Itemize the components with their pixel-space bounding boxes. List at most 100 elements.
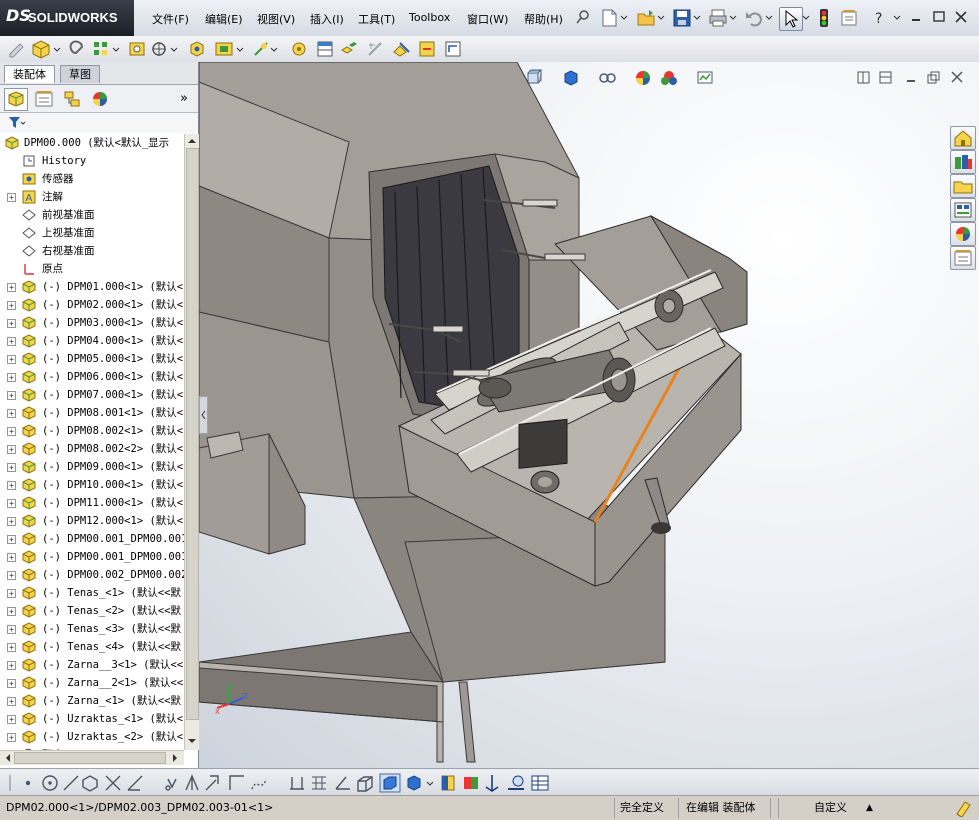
save-icon[interactable] [673, 9, 691, 27]
property-manager-icon[interactable] [34, 90, 54, 108]
maximize-icon[interactable] [933, 11, 945, 23]
new-motion-study-icon[interactable] [290, 40, 308, 58]
expand-icon[interactable]: + [7, 607, 16, 616]
reference-geometry-icon[interactable] [252, 40, 270, 58]
chevron-down-icon[interactable] [693, 14, 701, 22]
expand-icon[interactable]: + [7, 337, 16, 346]
menu-view[interactable]: 视图(V) [257, 11, 295, 27]
expand-icon[interactable]: + [7, 355, 16, 364]
close-icon[interactable] [955, 11, 967, 23]
expand-icon[interactable]: + [7, 535, 16, 544]
edit-component-icon[interactable] [8, 40, 26, 58]
chevron-down-icon[interactable] [53, 46, 61, 54]
expand-icon[interactable]: + [7, 391, 16, 400]
linear-pattern-icon[interactable] [92, 40, 110, 58]
task-pane-design-library-button[interactable] [950, 150, 976, 174]
solidworks-logo[interactable]: DS SOLIDWORKS [0, 0, 134, 36]
print-icon[interactable] [709, 9, 727, 27]
chevron-down-icon[interactable] [270, 46, 278, 54]
expand-icon[interactable]: + [7, 481, 16, 490]
expand-icon[interactable]: + [7, 733, 16, 742]
scroll-up-icon[interactable] [187, 136, 197, 146]
feature-manager-tab[interactable] [4, 88, 28, 111]
minimize-icon[interactable] [911, 11, 923, 23]
graphics-area[interactable]: Y Z X [199, 62, 979, 768]
task-pane-appearances-button[interactable] [950, 222, 976, 246]
task-pane-file-explorer-button[interactable] [950, 174, 976, 198]
rebuild-traffic-light-icon[interactable] [818, 8, 830, 28]
unit-system-arrow[interactable]: ▲ [866, 800, 873, 816]
smart-fasteners-icon[interactable] [128, 40, 146, 58]
open-folder-icon[interactable] [637, 9, 655, 27]
mate-icon[interactable] [68, 40, 86, 58]
expand-icon[interactable]: + [7, 427, 16, 436]
undo-icon[interactable] [745, 9, 763, 27]
interference-detection-icon[interactable] [392, 40, 412, 58]
menu-insert[interactable]: 插入(I) [310, 11, 344, 27]
tab-assembly[interactable]: 装配体 [4, 65, 55, 83]
expand-icon[interactable]: + [7, 643, 16, 652]
scroll-left-icon[interactable] [3, 753, 13, 763]
exploded-view-icon[interactable] [340, 40, 358, 58]
expand-icon[interactable]: + [7, 463, 16, 472]
display-manager-icon[interactable] [90, 89, 110, 109]
chevron-down-icon[interactable] [765, 14, 773, 22]
chevron-down-icon[interactable] [802, 14, 810, 22]
assembly-model[interactable]: Y Z X [199, 62, 979, 768]
menu-edit[interactable]: 编辑(E) [205, 11, 243, 27]
help-icon[interactable]: ? [872, 9, 888, 27]
chevron-down-icon[interactable] [236, 46, 244, 54]
task-pane-home-button[interactable] [950, 126, 976, 150]
bill-of-materials-icon[interactable] [316, 40, 334, 58]
expand-icon[interactable]: + [7, 571, 16, 580]
tab-sketch[interactable]: 草图 [60, 65, 100, 83]
panel-collapse-handle[interactable] [199, 396, 208, 434]
chevron-down-icon[interactable] [893, 14, 901, 22]
expand-icon[interactable]: + [7, 499, 16, 508]
pin-icon[interactable] [575, 9, 591, 25]
menu-window[interactable]: 窗口(W) [467, 11, 508, 27]
menu-toolbox[interactable]: Toolbox [409, 11, 450, 24]
expand-icon[interactable]: + [7, 283, 16, 292]
scroll-down-icon[interactable] [187, 736, 197, 746]
expand-icon[interactable]: + [7, 319, 16, 328]
move-component-icon[interactable] [150, 40, 168, 58]
show-hidden-components-icon[interactable] [188, 40, 206, 58]
explode-line-sketch-icon[interactable] [366, 40, 384, 58]
expand-icon[interactable]: + [7, 553, 16, 562]
insert-component-icon[interactable] [31, 39, 51, 59]
expand-icon[interactable]: + [7, 589, 16, 598]
expand-icon[interactable]: + [7, 409, 16, 418]
chevron-down-icon[interactable] [620, 14, 628, 22]
expand-icon[interactable]: + [7, 445, 16, 454]
assembly-features-icon[interactable] [214, 40, 234, 58]
rebuild-status-icon[interactable] [954, 799, 972, 817]
clearance-verification-icon[interactable] [418, 40, 436, 58]
instant3d-icon[interactable] [444, 40, 462, 58]
status-unit-system[interactable]: 自定义 [814, 800, 847, 816]
sketch-tools[interactable] [8, 773, 568, 793]
new-document-icon[interactable] [601, 9, 617, 27]
scroll-right-icon[interactable] [170, 753, 180, 763]
chevron-down-icon[interactable] [112, 46, 120, 54]
chevron-down-icon[interactable] [729, 14, 737, 22]
expand-icon[interactable]: + [7, 625, 16, 634]
expand-icon[interactable]: + [7, 697, 16, 706]
hscroll-thumb[interactable] [14, 752, 166, 764]
expand-icon[interactable]: + [7, 715, 16, 724]
menu-file[interactable]: 文件(F) [152, 11, 189, 27]
task-pane-view-palette-button[interactable] [950, 198, 976, 222]
expand-icon[interactable]: + [7, 373, 16, 382]
expand-icon[interactable]: + [7, 301, 16, 310]
chevron-down-icon[interactable] [170, 46, 178, 54]
menu-tools[interactable]: 工具(T) [358, 11, 395, 27]
select-button[interactable] [779, 7, 803, 31]
menu-help[interactable]: 帮助(H) [524, 11, 563, 27]
expand-icon[interactable]: + [7, 193, 16, 202]
tree-horizontal-scrollbar[interactable] [0, 750, 184, 765]
options-icon[interactable] [840, 9, 858, 27]
expand-icon[interactable]: + [7, 679, 16, 688]
filter-icon[interactable] [8, 116, 26, 130]
expand-icon[interactable]: + [7, 517, 16, 526]
task-pane-custom-properties-button[interactable] [950, 246, 976, 270]
